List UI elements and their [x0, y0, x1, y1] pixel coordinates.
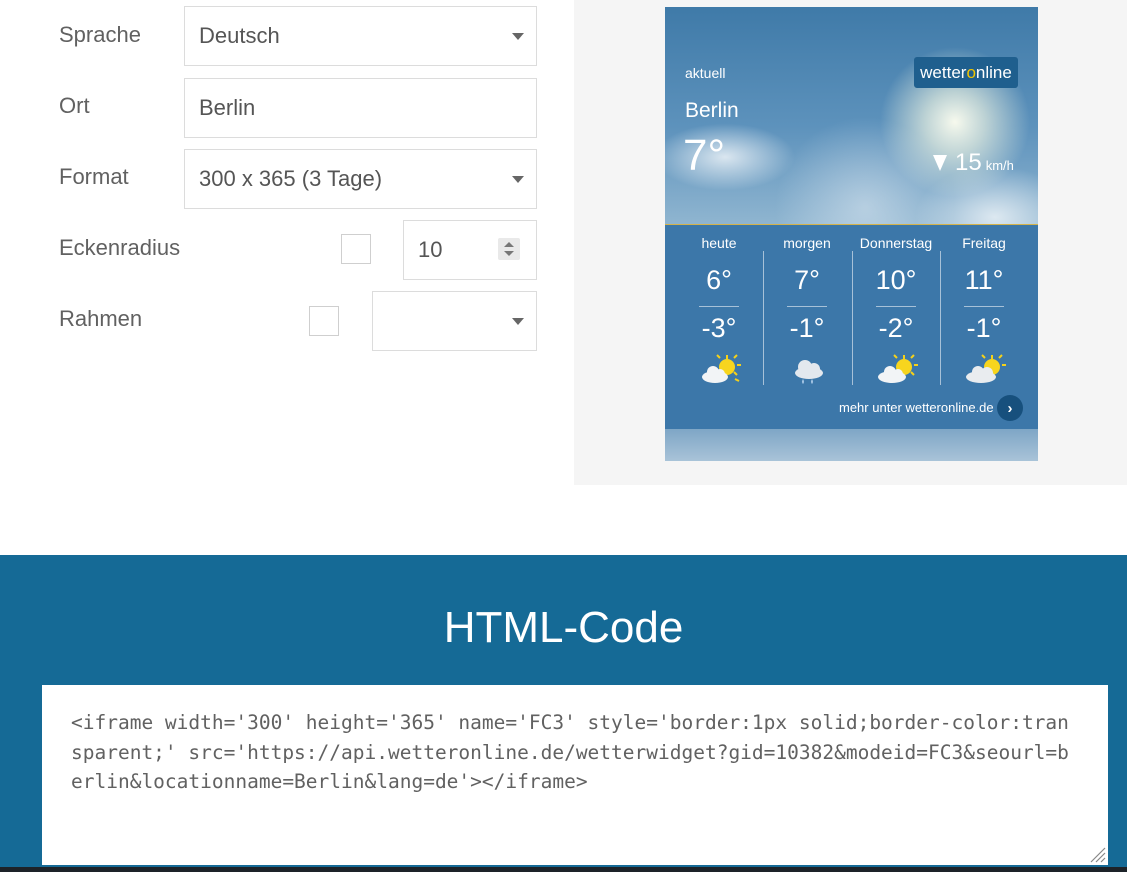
- embed-code-textarea[interactable]: <iframe width='300' height='365' name='F…: [42, 685, 1108, 865]
- rain-cloud-icon: [795, 360, 823, 384]
- language-label: Sprache: [59, 22, 141, 47]
- forecast-max-temp: 10°: [875, 265, 917, 295]
- corner-radius-label: Eckenradius: [59, 235, 181, 260]
- chevron-down-icon: [512, 176, 524, 183]
- location-value: Berlin: [199, 95, 256, 120]
- forecast-day-name: Freitag: [962, 235, 1006, 251]
- border-label: Rahmen: [59, 306, 143, 331]
- forecast-max-temp: 7°: [794, 265, 820, 295]
- wetteronline-logo[interactable]: wetter o nline: [914, 57, 1018, 88]
- location-input[interactable]: Berlin: [184, 78, 537, 138]
- sun-cloud-icon: [702, 354, 741, 383]
- wind-direction-icon: [933, 155, 947, 171]
- forecast-max-temp: 11°: [964, 265, 1004, 295]
- html-code-section: HTML-Code <iframe width='300' height='36…: [0, 555, 1127, 872]
- forecast-day-name: morgen: [783, 235, 831, 251]
- wind-readout: 15 km/h: [933, 149, 1014, 177]
- wind-speed: 15: [955, 149, 982, 176]
- forecast-day: morgen 7° -1°: [763, 225, 851, 385]
- current-temperature: 7°: [683, 131, 726, 180]
- corner-radius-checkbox[interactable]: [341, 234, 371, 264]
- city-name: Berlin: [685, 99, 739, 122]
- forecast-min-temp: -3°: [701, 313, 737, 343]
- chevron-right-icon[interactable]: ›: [997, 395, 1023, 421]
- sun-cloud-icon: [878, 354, 918, 383]
- more-link[interactable]: mehr unter wetteronline.de: [839, 400, 994, 415]
- section-title: HTML-Code: [443, 603, 684, 652]
- forecast-day: Donnerstag 10° -2°: [852, 225, 940, 385]
- current-label: aktuell: [685, 65, 726, 81]
- weather-widget[interactable]: aktuell Berlin 7° wetter o nline 15 km/h h…: [665, 7, 1038, 461]
- forecast-min-temp: -1°: [789, 313, 825, 343]
- format-label: Format: [59, 164, 129, 189]
- format-select[interactable]: 300 x 365 (3 Tage): [184, 149, 537, 209]
- widget-footer-strip: [665, 429, 1038, 461]
- spinner-icon[interactable]: [498, 238, 520, 260]
- language-select[interactable]: Deutsch: [184, 6, 537, 66]
- forecast-min-temp: -2°: [878, 313, 914, 343]
- border-checkbox[interactable]: [309, 306, 339, 336]
- forecast-day: heute 6° -3°: [675, 225, 763, 385]
- format-value: 300 x 365 (3 Tage): [199, 166, 383, 191]
- wind-unit: km/h: [985, 158, 1014, 173]
- forecast-min-temp: -1°: [966, 313, 1002, 343]
- forecast-day-name: Donnerstag: [859, 235, 933, 251]
- forecast-day-name: heute: [701, 235, 737, 251]
- sun-cloud-icon: [966, 354, 1006, 383]
- resize-handle-icon[interactable]: [1088, 845, 1106, 863]
- corner-radius-number-input[interactable]: 10: [403, 220, 537, 280]
- language-value: Deutsch: [199, 23, 280, 48]
- chevron-down-icon: [512, 33, 524, 40]
- corner-radius-value: 10: [418, 237, 443, 262]
- border-color-select[interactable]: [372, 291, 537, 351]
- chevron-down-icon: [512, 318, 524, 325]
- location-label: Ort: [59, 93, 90, 118]
- forecast-day: Freitag 11° -1°: [940, 225, 1028, 385]
- bottom-border: [0, 867, 1127, 872]
- forecast-max-temp: 6°: [706, 265, 732, 295]
